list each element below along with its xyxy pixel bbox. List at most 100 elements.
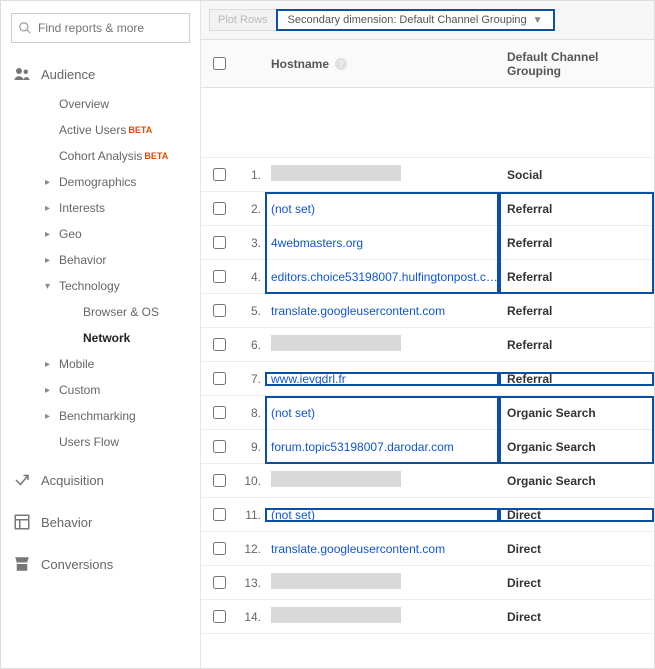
nav-item-label: Behavior — [59, 253, 106, 267]
channel-cell: Direct — [499, 508, 654, 522]
nav-item-users-flow[interactable]: Users Flow — [21, 429, 200, 455]
nav-item-network[interactable]: Network — [21, 325, 200, 351]
plot-rows-button[interactable]: Plot Rows — [209, 9, 277, 31]
channel-cell: Organic Search — [499, 406, 654, 420]
hostname-cell[interactable]: editors.choice53198007.hulfingtonpost.co… — [265, 270, 499, 284]
nav-section-audience[interactable]: Audience — [1, 57, 200, 91]
table-row: 7.www.ievgdrl.frReferral — [201, 362, 654, 396]
conversions-icon — [11, 555, 33, 573]
table-row: 4.editors.choice53198007.hulfingtonpost.… — [201, 260, 654, 294]
row-number: 13. — [237, 576, 265, 590]
hostname-cell[interactable]: translate.googleusercontent.com — [265, 542, 499, 556]
row-checkbox-cell — [201, 202, 237, 215]
nav-item-label: Technology — [59, 279, 120, 293]
row-checkbox[interactable] — [213, 338, 226, 351]
channel-cell: Direct — [499, 576, 654, 590]
secondary-dimension-label: Secondary dimension: Default Channel Gro… — [288, 14, 527, 26]
hostname-cell[interactable]: www.ievgdrl.fr — [265, 372, 499, 386]
search-input[interactable] — [38, 21, 183, 35]
row-number: 7. — [237, 372, 265, 386]
hostname-cell[interactable]: (not set) — [265, 406, 499, 420]
nav-item-label: Benchmarking — [59, 409, 136, 423]
table-row: 1.Social — [201, 158, 654, 192]
channel-cell: Direct — [499, 610, 654, 624]
nav-item-technology[interactable]: ▾ Technology — [21, 273, 200, 299]
table-body: 1.Social2.(not set)Referral 3.4webmasters… — [201, 88, 654, 634]
row-checkbox[interactable] — [213, 610, 226, 623]
nav-item-active-users[interactable]: Active UsersBETA — [21, 117, 200, 143]
nav-item-demographics[interactable]: ▸Demographics — [21, 169, 200, 195]
row-checkbox[interactable] — [213, 576, 226, 589]
row-number: 11. — [237, 508, 265, 522]
nav-item-browser-os[interactable]: Browser & OS — [21, 299, 200, 325]
table-row: 8.(not set)Organic Search — [201, 396, 654, 430]
nav-section-label: Audience — [41, 67, 95, 82]
row-checkbox[interactable] — [213, 406, 226, 419]
header-hostname[interactable]: Hostname ? — [265, 57, 499, 71]
row-checkbox-cell — [201, 168, 237, 181]
header-channel[interactable]: Default Channel Grouping — [499, 50, 654, 78]
hostname-cell[interactable]: translate.googleusercontent.com — [265, 304, 499, 318]
hostname-cell[interactable]: (not set) — [265, 508, 499, 522]
table-header: Hostname ? Default Channel Grouping — [201, 40, 654, 88]
caret-icon: ▾ — [45, 281, 55, 292]
help-icon[interactable]: ? — [335, 58, 347, 70]
row-number: 3. — [237, 236, 265, 250]
nav-section-conversions[interactable]: Conversions — [1, 547, 200, 581]
caret-icon: ▸ — [45, 177, 55, 188]
row-number: 10. — [237, 474, 265, 488]
nav-item-interests[interactable]: ▸Interests — [21, 195, 200, 221]
report-table: Hostname ? Default Channel Grouping 1.So… — [201, 40, 654, 668]
header-checkbox-cell — [201, 57, 237, 70]
channel-cell: Referral — [499, 304, 654, 318]
nav-item-label: Active Users — [59, 123, 126, 137]
nav-section-label: Behavior — [41, 515, 92, 530]
select-all-checkbox[interactable] — [213, 57, 226, 70]
channel-cell: Referral — [499, 270, 654, 284]
nav-item-geo[interactable]: ▸Geo — [21, 221, 200, 247]
row-checkbox[interactable] — [213, 236, 226, 249]
nav-item-mobile[interactable]: ▸Mobile — [21, 351, 200, 377]
secondary-dimension-dropdown[interactable]: Secondary dimension: Default Channel Gro… — [276, 9, 555, 31]
row-checkbox[interactable] — [213, 542, 226, 555]
table-row: 12.translate.googleusercontent.comDirect — [201, 532, 654, 566]
table-row: 11.(not set)Direct — [201, 498, 654, 532]
row-checkbox-cell — [201, 542, 237, 555]
table-row: 6.Referral — [201, 328, 654, 362]
caret-icon: ▸ — [45, 411, 55, 422]
row-checkbox[interactable] — [213, 168, 226, 181]
row-checkbox-cell — [201, 440, 237, 453]
nav-item-custom[interactable]: ▸Custom — [21, 377, 200, 403]
hostname-cell[interactable]: (not set) — [265, 202, 499, 216]
nav-item-overview[interactable]: Overview — [21, 91, 200, 117]
redacted-block — [271, 165, 401, 181]
nav-section-acquisition[interactable]: Acquisition — [1, 463, 200, 497]
hostname-cell — [265, 335, 499, 354]
redacted-block — [271, 471, 401, 487]
caret-icon: ▸ — [45, 385, 55, 396]
row-number: 4. — [237, 270, 265, 284]
row-checkbox[interactable] — [213, 508, 226, 521]
hostname-cell[interactable]: 4webmasters.org — [265, 236, 499, 250]
audience-icon — [11, 65, 33, 83]
row-checkbox-cell — [201, 338, 237, 351]
nav-item-benchmarking[interactable]: ▸ Benchmarking — [21, 403, 200, 429]
nav-item-behavior[interactable]: ▸Behavior — [21, 247, 200, 273]
row-checkbox[interactable] — [213, 270, 226, 283]
hostname-cell[interactable]: forum.topic53198007.darodar.com — [265, 440, 499, 454]
row-checkbox[interactable] — [213, 202, 226, 215]
nav-item-cohort-analysis[interactable]: Cohort AnalysisBETA — [21, 143, 200, 169]
row-checkbox[interactable] — [213, 304, 226, 317]
search-box[interactable] — [11, 13, 190, 43]
nav-section-label: Acquisition — [41, 473, 104, 488]
row-checkbox[interactable] — [213, 440, 226, 453]
hostname-cell — [265, 573, 499, 592]
table-row: 5.translate.googleusercontent.comReferra… — [201, 294, 654, 328]
channel-cell: Referral — [499, 372, 654, 386]
table-row: 2.(not set)Referral — [201, 192, 654, 226]
row-checkbox[interactable] — [213, 372, 226, 385]
nav-item-label: Overview — [59, 97, 109, 111]
row-checkbox[interactable] — [213, 474, 226, 487]
nav-section-behavior[interactable]: Behavior — [1, 505, 200, 539]
row-checkbox-cell — [201, 474, 237, 487]
